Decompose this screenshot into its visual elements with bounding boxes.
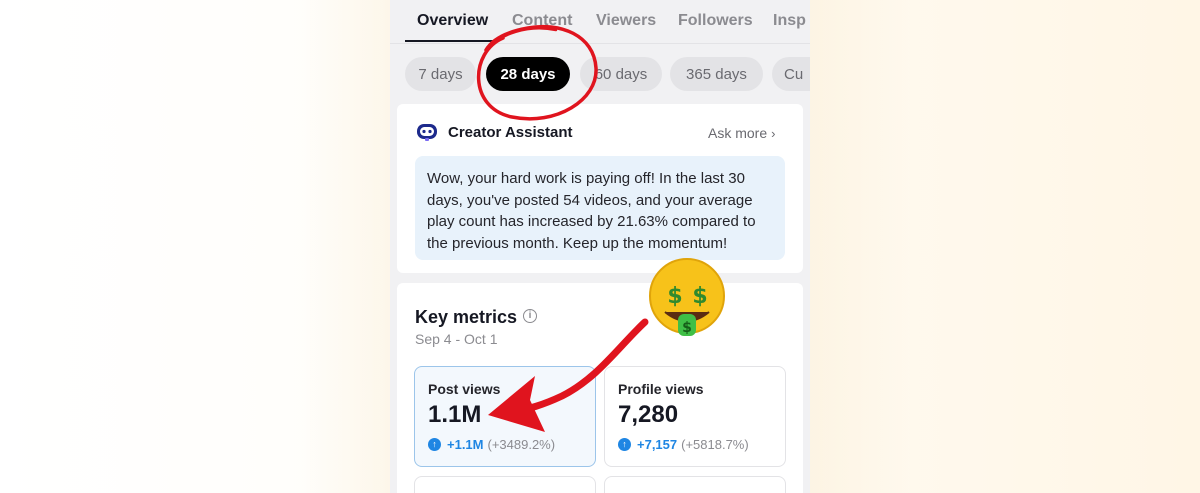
filter-60-days[interactable]: 60 days	[580, 57, 662, 91]
filter-custom[interactable]: Cu	[772, 57, 810, 91]
metric-value: 1.1M	[428, 401, 482, 428]
metric-value: 7,280	[618, 401, 679, 428]
metric-card-profile-views[interactable]: Profile views 7,280 ↑ +7,157 (+5818.7%)	[604, 366, 786, 467]
metric-change-percent: (+3489.2%)	[487, 437, 556, 452]
arrow-up-icon: ↑	[618, 438, 631, 451]
background-glow-right	[800, 0, 910, 493]
metric-label: Profile views	[618, 381, 704, 397]
active-tab-indicator	[405, 40, 496, 42]
analytics-tab-bar: Overview Content Viewers Followers Insp	[390, 0, 810, 44]
creator-assistant-title: Creator Assistant	[448, 124, 573, 141]
metric-change: ↑ +7,157 (+5818.7%)	[618, 437, 749, 452]
filter-28-days[interactable]: 28 days	[486, 57, 570, 91]
metric-change: ↑ +1.1M (+3489.2%)	[428, 437, 555, 452]
ask-more-link[interactable]: Ask more ›	[708, 125, 775, 141]
ask-more-label: Ask more	[708, 125, 768, 141]
metric-label: Post views	[428, 381, 501, 397]
metric-card-partial-right[interactable]	[604, 476, 786, 493]
key-metrics-title: Key metrics	[415, 307, 518, 327]
tab-inspiration[interactable]: Insp	[773, 12, 806, 30]
tab-content[interactable]: Content	[512, 12, 572, 30]
assistant-message: Wow, your hard work is paying off! In th…	[415, 156, 785, 260]
phone-screen: Overview Content Viewers Followers Insp …	[390, 0, 810, 493]
metric-change-absolute: +7,157	[637, 437, 678, 452]
metric-card-partial-left[interactable]	[414, 476, 596, 493]
info-icon[interactable]: i	[523, 309, 537, 323]
tab-viewers[interactable]: Viewers	[596, 12, 656, 30]
filter-365-days[interactable]: 365 days	[670, 57, 763, 91]
metric-change-percent: (+5818.7%)	[681, 437, 749, 452]
filter-7-days[interactable]: 7 days	[405, 57, 476, 91]
creator-assistant-icon	[417, 124, 437, 141]
chevron-right-icon: ›	[771, 126, 776, 141]
tab-overview[interactable]: Overview	[417, 12, 488, 30]
date-range-label: Sep 4 - Oct 1	[415, 331, 498, 347]
tab-followers[interactable]: Followers	[678, 12, 753, 30]
arrow-up-icon: ↑	[428, 438, 441, 451]
metric-card-post-views[interactable]: Post views 1.1M ↑ +1.1M (+3489.2%)	[414, 366, 596, 467]
metric-change-absolute: +1.1M	[447, 437, 484, 452]
